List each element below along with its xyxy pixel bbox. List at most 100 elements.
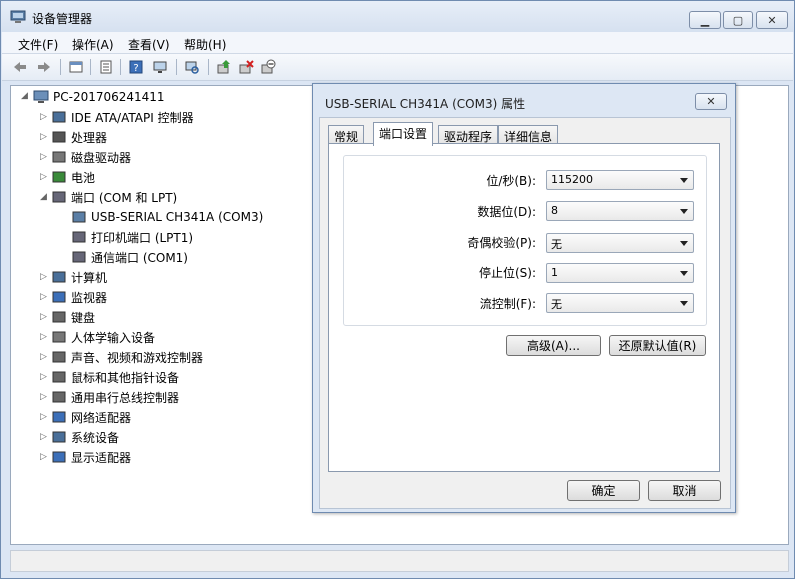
expand-arrow-icon[interactable]: ▷ bbox=[40, 113, 49, 122]
expand-arrow-icon[interactable]: ▷ bbox=[40, 313, 49, 322]
tree-item-label: 处理器 bbox=[71, 130, 108, 145]
tree-category[interactable]: 通用串行总线控制器 bbox=[51, 388, 179, 406]
settings-group: 位/秒(B): 115200 数据位(D): 8 奇偶校验(P): 无 停止位(… bbox=[343, 155, 707, 326]
collapse-arrow-icon[interactable]: ◢ bbox=[21, 92, 30, 101]
forward-button[interactable] bbox=[34, 58, 54, 76]
expand-arrow-icon[interactable]: ▷ bbox=[40, 293, 49, 302]
expand-arrow-icon[interactable]: ▷ bbox=[40, 273, 49, 282]
tree-category[interactable]: 网络适配器 bbox=[51, 408, 131, 426]
tree-category[interactable]: 磁盘驱动器 bbox=[51, 148, 131, 166]
expand-arrow-icon[interactable]: ▷ bbox=[40, 173, 49, 182]
status-bar bbox=[10, 550, 789, 572]
close-button[interactable]: ✕ bbox=[756, 11, 788, 29]
uninstall-button[interactable] bbox=[236, 58, 256, 76]
device-category-icon bbox=[52, 191, 66, 203]
device-category-icon bbox=[52, 371, 66, 383]
properties-icon bbox=[100, 60, 112, 74]
tree-device[interactable]: USB-SERIAL CH341A (COM3) bbox=[71, 208, 263, 226]
dropdown-arrow-icon bbox=[680, 178, 688, 183]
svg-text:?: ? bbox=[133, 63, 138, 74]
menu-file[interactable]: 文件(F) bbox=[18, 36, 58, 53]
tree-category[interactable]: 显示适配器 bbox=[51, 448, 131, 466]
tree-category[interactable]: 鼠标和其他指针设备 bbox=[51, 368, 179, 386]
tab-details[interactable]: 详细信息 bbox=[498, 125, 559, 145]
title-bar[interactable]: 设备管理器 ▁ ▢ ✕ bbox=[1, 1, 794, 32]
stop-bits-select[interactable]: 1 bbox=[546, 263, 694, 283]
menu-view[interactable]: 查看(V) bbox=[128, 36, 170, 53]
back-icon bbox=[14, 62, 26, 72]
tree-category[interactable]: 计算机 bbox=[51, 268, 107, 286]
port-icon bbox=[72, 211, 86, 223]
tree-category[interactable]: 人体学输入设备 bbox=[51, 328, 155, 346]
flow-control-label: 流控制(F): bbox=[479, 297, 536, 311]
update-driver-button[interactable] bbox=[214, 58, 234, 76]
data-bits-value: 8 bbox=[551, 204, 558, 217]
help-button[interactable]: ? bbox=[126, 58, 146, 76]
menu-action[interactable]: 操作(A) bbox=[72, 36, 114, 53]
advanced-button[interactable]: 高级(A)... bbox=[506, 335, 601, 356]
expand-arrow-icon[interactable]: ▷ bbox=[40, 353, 49, 362]
expand-arrow-icon[interactable]: ▷ bbox=[40, 413, 49, 422]
expand-arrow-icon[interactable]: ▷ bbox=[40, 153, 49, 162]
properties-dialog: USB-SERIAL CH341A (COM3) 属性 ✕ 常规 端口设置 驱动… bbox=[312, 83, 736, 513]
close-icon: ✕ bbox=[706, 95, 716, 108]
baud-rate-select[interactable]: 115200 bbox=[546, 170, 694, 190]
root-label: PC-201706241411 bbox=[53, 90, 165, 104]
tree-device[interactable]: 打印机端口 (LPT1) bbox=[71, 228, 193, 246]
tab-port-settings[interactable]: 端口设置 bbox=[373, 122, 434, 146]
properties-button[interactable] bbox=[96, 58, 116, 76]
dialog-close-button[interactable]: ✕ bbox=[695, 93, 727, 110]
parity-select[interactable]: 无 bbox=[546, 233, 694, 253]
minimize-button[interactable]: ▁ bbox=[689, 11, 721, 29]
restore-defaults-button[interactable]: 还原默认值(R) bbox=[609, 335, 706, 356]
menu-help[interactable]: 帮助(H) bbox=[184, 36, 226, 53]
stop-bits-value: 1 bbox=[551, 266, 558, 279]
properties-view-button[interactable] bbox=[66, 58, 86, 76]
tree-category[interactable]: 电池 bbox=[51, 168, 95, 186]
disable-button[interactable] bbox=[258, 58, 278, 76]
expand-arrow-icon[interactable]: ▷ bbox=[40, 393, 49, 402]
cancel-button[interactable]: 取消 bbox=[648, 480, 721, 501]
computer-icon bbox=[33, 90, 49, 103]
tree-item-label: 磁盘驱动器 bbox=[71, 150, 132, 165]
dialog-title: USB-SERIAL CH341A (COM3) 属性 bbox=[325, 97, 526, 111]
ok-button[interactable]: 确定 bbox=[567, 480, 640, 501]
tree-category[interactable]: 监视器 bbox=[51, 288, 107, 306]
flow-control-value: 无 bbox=[551, 298, 562, 311]
device-manager-icon bbox=[10, 10, 26, 23]
tab-driver[interactable]: 驱动程序 bbox=[438, 125, 499, 145]
tab-general[interactable]: 常规 bbox=[328, 125, 365, 145]
expand-arrow-icon[interactable]: ▷ bbox=[40, 333, 49, 342]
tree-root[interactable]: PC-201706241411 bbox=[33, 88, 165, 106]
tree-category[interactable]: 系统设备 bbox=[51, 428, 119, 446]
expand-arrow-icon[interactable]: ▷ bbox=[40, 433, 49, 442]
scan-hardware-button[interactable] bbox=[182, 58, 202, 76]
tree-device[interactable]: 通信端口 (COM1) bbox=[71, 248, 188, 266]
minimize-icon: ▁ bbox=[700, 13, 710, 27]
view-button[interactable] bbox=[150, 58, 170, 76]
tree-category[interactable]: 处理器 bbox=[51, 128, 107, 146]
tree-category[interactable]: 键盘 bbox=[51, 308, 95, 326]
back-button[interactable] bbox=[10, 58, 30, 76]
device-category-icon bbox=[52, 151, 66, 163]
parity-value: 无 bbox=[551, 238, 562, 251]
tree-category[interactable]: IDE ATA/ATAPI 控制器 bbox=[51, 108, 194, 126]
device-category-icon bbox=[52, 431, 66, 443]
tree-item-label: IDE ATA/ATAPI 控制器 bbox=[71, 110, 194, 125]
tree-item-label: 打印机端口 (LPT1) bbox=[91, 230, 194, 245]
data-bits-select[interactable]: 8 bbox=[546, 201, 694, 221]
collapse-arrow-icon[interactable]: ◢ bbox=[40, 193, 49, 202]
tree-item-label: USB-SERIAL CH341A (COM3) bbox=[91, 210, 264, 224]
tree-item-label: 网络适配器 bbox=[71, 410, 132, 425]
stop-bits-label: 停止位(S): bbox=[478, 266, 536, 280]
toolbar: ? bbox=[2, 54, 793, 81]
expand-arrow-icon[interactable]: ▷ bbox=[40, 133, 49, 142]
maximize-button[interactable]: ▢ bbox=[723, 11, 753, 29]
port-icon bbox=[72, 251, 86, 263]
tree-category[interactable]: 端口 (COM 和 LPT) bbox=[51, 188, 177, 206]
tree-item-label: 通用串行总线控制器 bbox=[71, 390, 180, 405]
expand-arrow-icon[interactable]: ▷ bbox=[40, 373, 49, 382]
expand-arrow-icon[interactable]: ▷ bbox=[40, 453, 49, 462]
flow-control-select[interactable]: 无 bbox=[546, 293, 694, 313]
tree-category[interactable]: 声音、视频和游戏控制器 bbox=[51, 348, 203, 366]
